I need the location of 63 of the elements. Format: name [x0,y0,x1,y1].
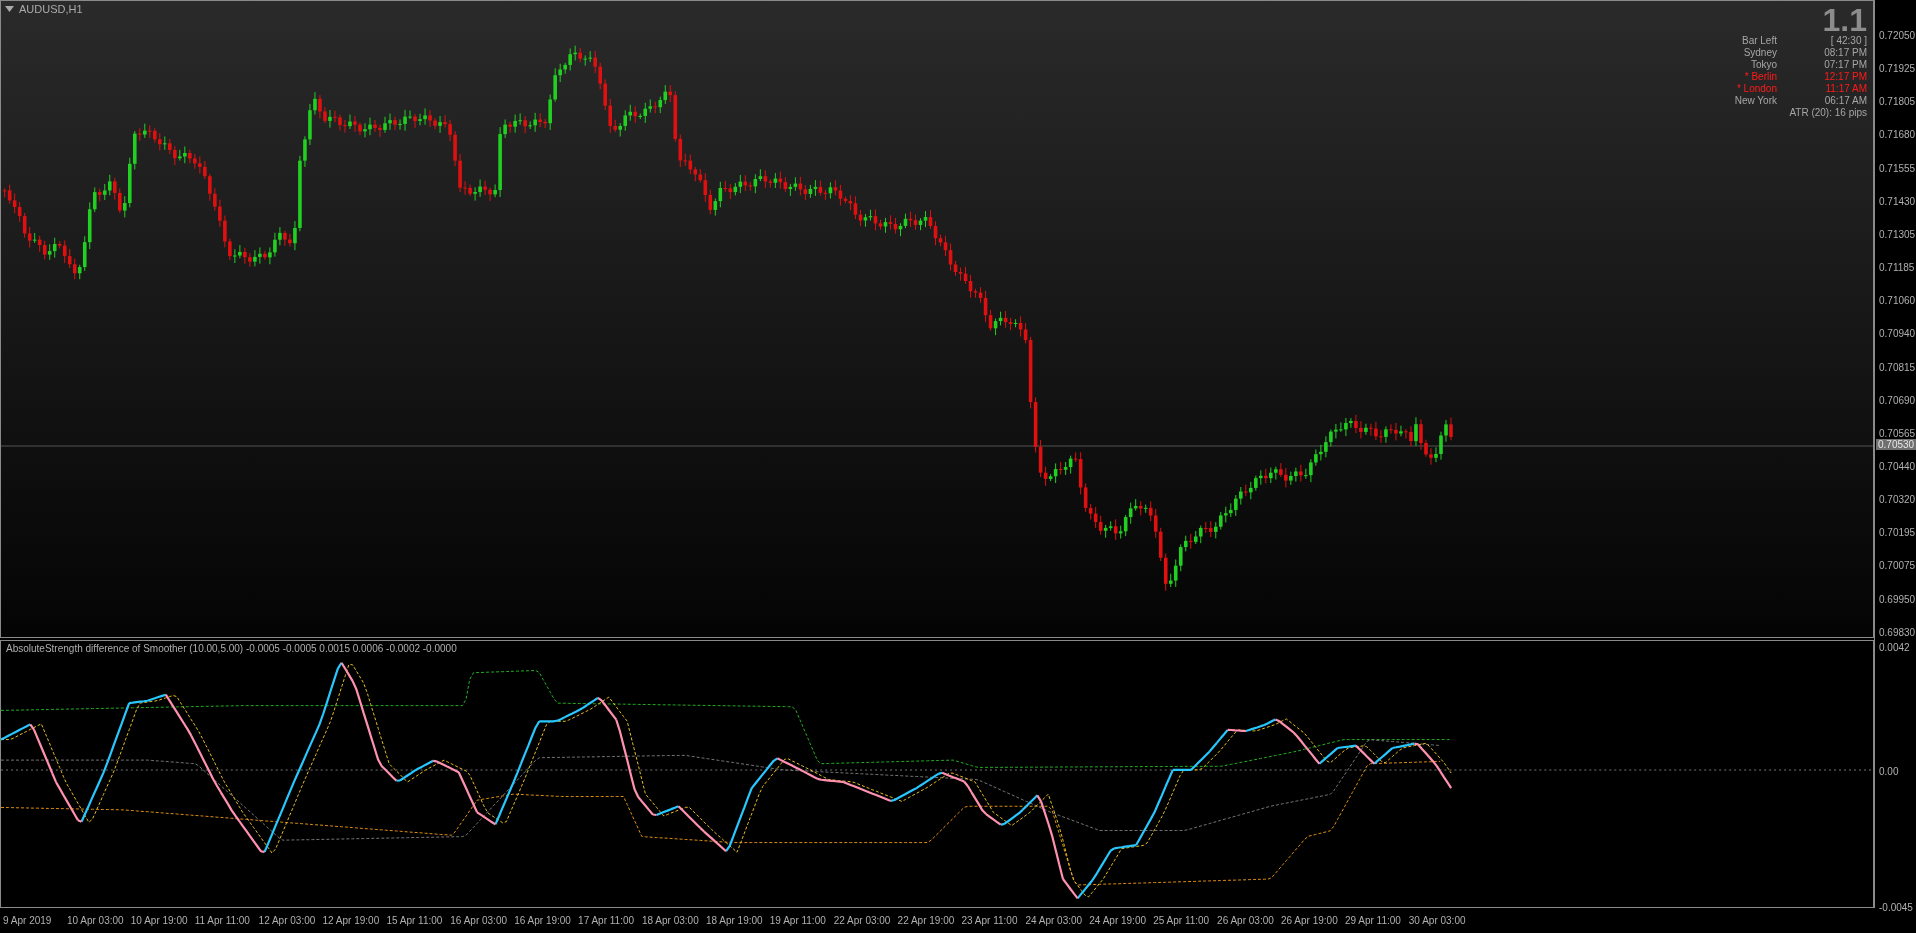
price-tick-label: 0.70940 [1879,328,1916,340]
price-tick-label: 0.70815 [1879,361,1916,373]
info-label: Sydney [1743,47,1777,59]
time-label: 18 Apr 03:00 [642,915,699,926]
info-value: 06:17 AM [1823,95,1867,107]
price-tick-label: 0.69950 [1879,593,1916,605]
time-label: 29 Apr 11:00 [1344,915,1401,926]
price-tick-label: 0.71185 [1879,262,1915,274]
time-label: 10 Apr 03:00 [66,915,124,926]
price-tick-label: 0.71430 [1879,195,1916,207]
price-tick-label: 0.72050 [1879,30,1916,41]
indicator-tick-label: 0.00 [1879,766,1899,777]
time-label: 10 Apr 19:00 [130,915,188,926]
price-tick-label: 0.70565 [1879,427,1916,439]
time-label: 24 Apr 19:00 [1089,915,1146,926]
current-price-label: 0.70530 [1876,439,1916,450]
atr-reading: ATR (20): 16 pips [1789,107,1867,119]
time-label: 9 Apr 2019 [3,915,52,926]
time-label: 22 Apr 19:00 [897,915,955,926]
time-label: 26 Apr 19:00 [1281,915,1338,926]
info-label: * London [1736,83,1777,95]
price-tick-label: 0.70075 [1879,560,1916,572]
info-label: * Berlin [1744,71,1777,83]
price-tick-label: 0.71305 [1879,228,1916,240]
price-tick-label: 0.70440 [1879,460,1916,472]
price-tick-label: 0.71680 [1879,129,1916,141]
time-label: 25 Apr 11:00 [1153,915,1210,926]
time-label: 24 Apr 03:00 [1025,915,1083,926]
info-value: 12:17 PM [1823,71,1867,83]
indicator-header: AbsoluteStrength difference of Smoother (10.00,5.00) -0.0005 -0.0005 0.0015 0.0006 -0.0002 -0.0000 [6,643,457,654]
time-label: 18 Apr 19:00 [705,915,763,926]
indicator-tick-label: -0.0045 [1879,902,1913,913]
time-label: 23 Apr 11:00 [961,915,1018,926]
time-label: 22 Apr 03:00 [833,915,891,926]
time-label: 12 Apr 03:00 [258,915,316,926]
price-tick-label: 0.71805 [1879,96,1916,108]
time-label: 19 Apr 11:00 [769,915,826,926]
info-label: New York [1734,95,1777,107]
time-label: 17 Apr 11:00 [578,915,635,926]
price-tick-label: 0.71925 [1879,63,1916,75]
price-tick-label: 0.70195 [1879,527,1916,539]
time-label: 16 Apr 03:00 [450,915,507,926]
price-tick-label: 0.71555 [1879,162,1916,174]
time-label: 11 Apr 11:00 [194,915,250,926]
time-label: 15 Apr 11:00 [386,915,443,926]
price-tick-label: 0.69830 [1879,626,1916,638]
time-label: 30 Apr 03:00 [1408,915,1466,926]
info-value: [ 42:30 ] [1829,35,1867,47]
info-label: Bar Left [1741,35,1777,47]
info-label: Tokyo [1750,59,1777,71]
dropdown-icon[interactable] [5,6,14,12]
price-tick-label: 0.71060 [1879,295,1916,307]
time-label: 26 Apr 03:00 [1217,915,1274,926]
info-value: 08:17 PM [1823,47,1867,59]
headline-value: 1.1 [1822,5,1867,35]
symbol-title: AUDUSD,H1 [19,3,83,15]
price-tick-label: 0.70320 [1879,494,1916,506]
time-label: 16 Apr 19:00 [514,915,571,926]
info-value: 07:17 PM [1823,59,1867,71]
time-label: 12 Apr 19:00 [322,915,380,926]
price-tick-label: 0.70690 [1879,394,1916,406]
info-value: 11:17 AM [1824,83,1867,95]
indicator-tick-label: 0.0042 [1879,642,1910,653]
